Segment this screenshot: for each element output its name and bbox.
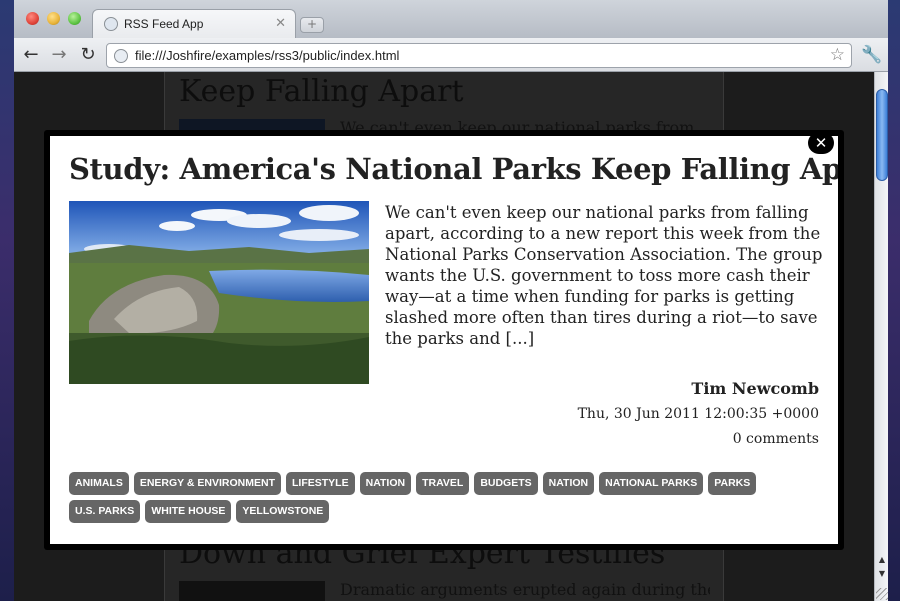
bookmark-star-icon[interactable]: ☆	[830, 45, 845, 65]
minimize-window-button[interactable]	[47, 12, 60, 25]
tab-strip: RSS Feed App ✕ +	[14, 0, 888, 38]
background-article-title: Keep Falling Apart	[179, 74, 464, 109]
tab-title: RSS Feed App	[124, 17, 204, 31]
tag-travel[interactable]: Travel	[416, 472, 470, 495]
scroll-thumb[interactable]	[876, 89, 888, 181]
scroll-up-arrow-icon[interactable]: ▲	[876, 554, 888, 566]
forward-arrow-icon[interactable]: →	[48, 44, 70, 66]
article-modal-content: Study: America's National Parks Keep Fal…	[50, 136, 838, 544]
vertical-scrollbar[interactable]: ▲ ▼	[874, 72, 888, 601]
zoom-window-button[interactable]	[68, 12, 81, 25]
back-arrow-icon[interactable]: ←	[20, 44, 42, 66]
tag-energy-environment[interactable]: Energy & Environment	[133, 472, 282, 495]
tag-list: Animals Energy & Environment Lifestyle N…	[69, 472, 829, 523]
tag-parks[interactable]: Parks	[708, 472, 757, 495]
tag-nation[interactable]: Nation	[359, 472, 412, 495]
tag-yellowstone[interactable]: Yellowstone	[236, 500, 330, 523]
globe-icon	[104, 17, 118, 31]
article-body: We can't even keep our national parks fr…	[385, 203, 823, 348]
scroll-down-arrow-icon[interactable]: ▼	[876, 568, 888, 580]
resize-grip-icon[interactable]	[876, 588, 888, 600]
close-tab-icon[interactable]: ✕	[275, 16, 286, 31]
tag-white-house[interactable]: White House	[145, 500, 232, 523]
article-title: Study: America's National Parks Keep Fal…	[69, 152, 838, 186]
new-tab-button[interactable]: +	[300, 17, 324, 33]
close-window-button[interactable]	[26, 12, 39, 25]
page-globe-icon	[114, 49, 128, 63]
article-modal: Study: America's National Parks Keep Fal…	[44, 130, 844, 550]
wrench-icon[interactable]: 🔧	[861, 45, 882, 65]
address-url[interactable]: file:///Joshfire/examples/rss3/public/in…	[135, 48, 399, 63]
background-article-excerpt-2: Dramatic arguments erupted again during …	[340, 580, 710, 599]
modal-close-button[interactable]: ✕	[808, 132, 834, 154]
article-author: Tim Newcomb	[691, 379, 819, 398]
tab-rss-feed-app[interactable]: RSS Feed App ✕	[92, 9, 296, 38]
comments-count-link[interactable]: 0 comments	[733, 431, 819, 447]
background-article-thumbnail-2	[179, 581, 325, 601]
tag-nation-2[interactable]: Nation	[542, 472, 595, 495]
tag-budgets[interactable]: Budgets	[474, 472, 538, 495]
address-bar[interactable]: file:///Joshfire/examples/rss3/public/in…	[106, 43, 852, 68]
reload-icon[interactable]: ↻	[77, 44, 99, 66]
tag-lifestyle[interactable]: Lifestyle	[286, 472, 355, 495]
article-date: Thu, 30 Jun 2011 12:00:35 +0000	[577, 406, 819, 422]
article-image	[69, 201, 369, 384]
browser-window: RSS Feed App ✕ + ← → ↻ file:///Joshfire/…	[14, 0, 888, 601]
browser-toolbar: ← → ↻ file:///Joshfire/examples/rss3/pub…	[14, 38, 888, 72]
tag-animals[interactable]: Animals	[69, 472, 129, 495]
tag-national-parks[interactable]: National Parks	[599, 472, 704, 495]
yellowstone-landscape-image	[69, 201, 369, 384]
tag-us-parks[interactable]: U.S. Parks	[69, 500, 141, 523]
page-viewport: Keep Falling Apart We can't even keep ou…	[14, 72, 874, 601]
